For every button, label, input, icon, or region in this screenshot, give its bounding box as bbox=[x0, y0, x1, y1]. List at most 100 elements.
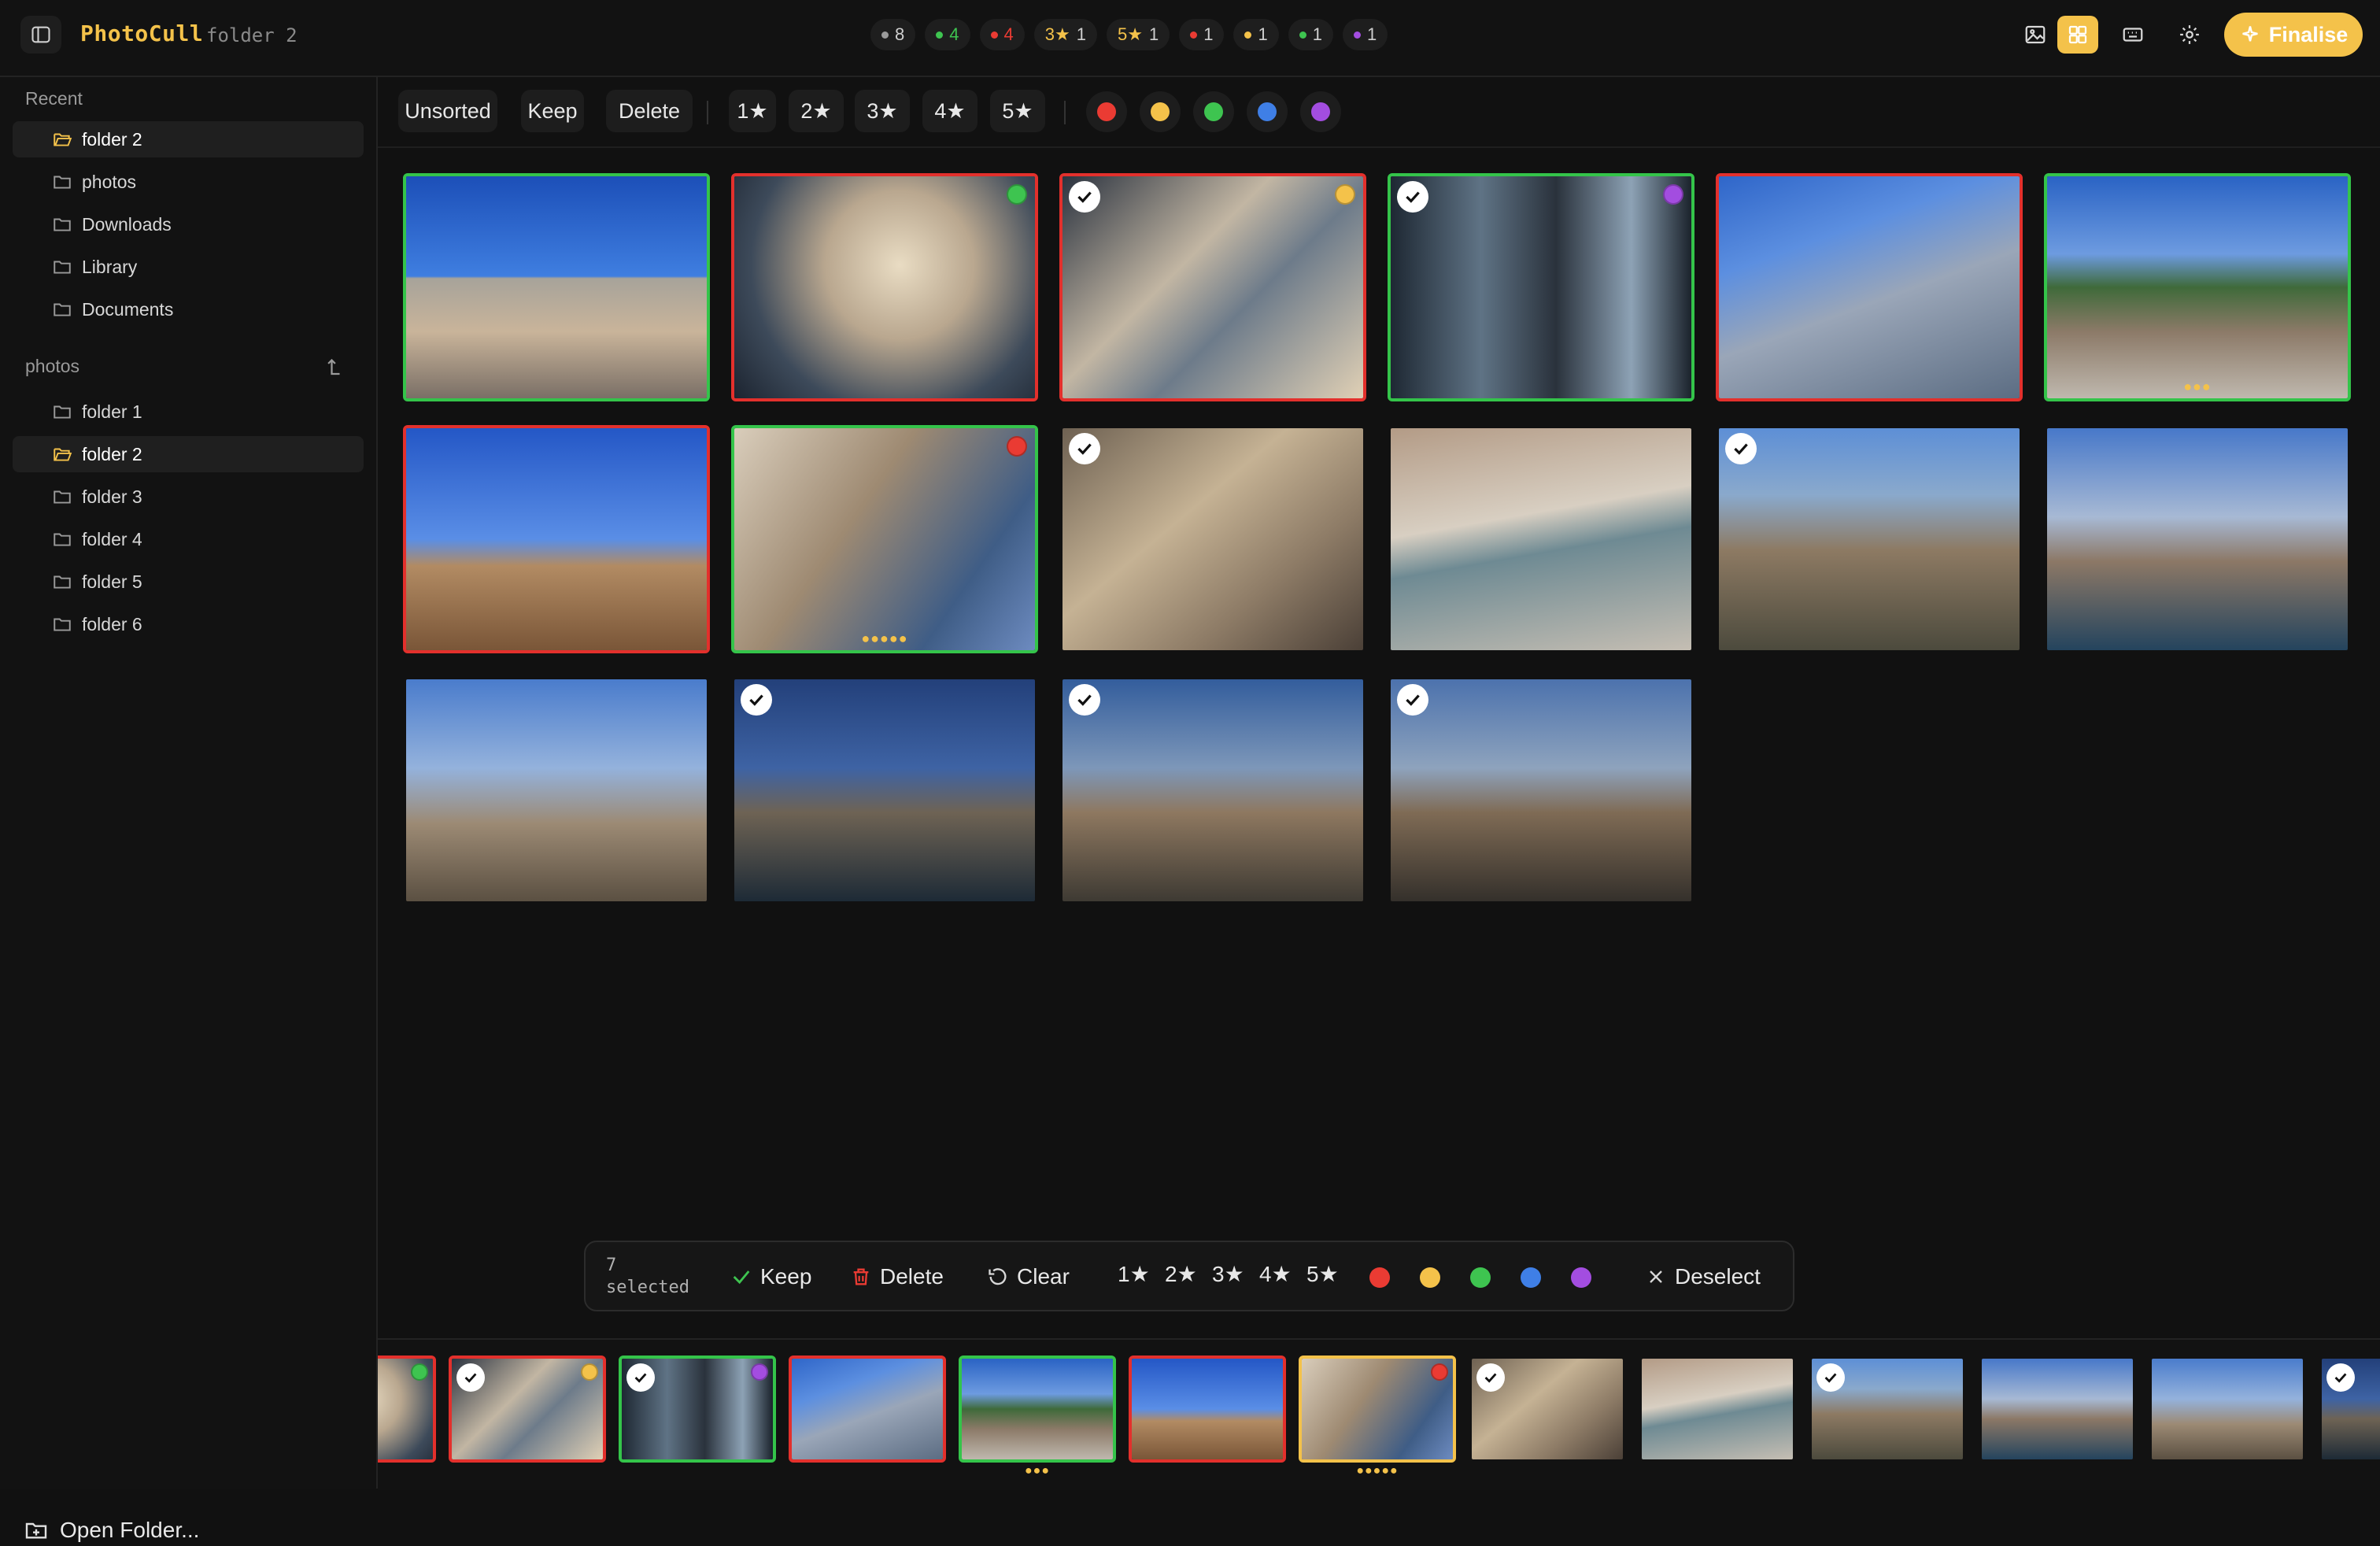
photo-thumbnail[interactable] bbox=[1716, 425, 2023, 653]
rate-5-star-button[interactable]: 5★ bbox=[1306, 1261, 1339, 1287]
filmstrip-thumbnail[interactable] bbox=[1469, 1356, 1626, 1463]
photo-thumbnail[interactable] bbox=[2044, 425, 2351, 653]
grid-view-icon[interactable] bbox=[2057, 16, 2098, 54]
photo-thumbnail[interactable]: ●●● bbox=[2044, 173, 2351, 401]
status-chip[interactable]: 8 bbox=[870, 19, 916, 50]
recent-folder-item[interactable]: folder 2 bbox=[13, 121, 364, 157]
status-chip[interactable]: 4 bbox=[979, 19, 1025, 50]
rate-4-star-button[interactable]: 4★ bbox=[1259, 1261, 1292, 1287]
status-chip[interactable]: 1 bbox=[1233, 19, 1279, 50]
recent-folder-label: Library bbox=[82, 256, 138, 277]
image-view-icon[interactable] bbox=[2015, 16, 2056, 54]
finalise-button[interactable]: Finalise bbox=[2224, 13, 2363, 57]
keep-selected-button[interactable]: Keep bbox=[730, 1259, 811, 1294]
sidebar-toggle-icon[interactable] bbox=[20, 16, 61, 54]
selected-check-icon[interactable] bbox=[1397, 181, 1428, 213]
filter-2-star-button[interactable]: 2★ bbox=[789, 90, 844, 132]
photo-thumbnail[interactable] bbox=[1059, 676, 1366, 904]
filter-color-button[interactable] bbox=[1247, 91, 1288, 132]
rate-3-star-button[interactable]: 3★ bbox=[1212, 1261, 1244, 1287]
rate-2-star-button[interactable]: 2★ bbox=[1165, 1261, 1197, 1287]
filmstrip-thumbnail[interactable] bbox=[1299, 1356, 1456, 1463]
photo-thumbnail[interactable]: ●●●●● bbox=[731, 425, 1038, 653]
filter-3-star-button[interactable]: 3★ bbox=[855, 90, 910, 132]
deselect-button[interactable]: Deselect bbox=[1645, 1259, 1761, 1294]
photo-thumbnail[interactable] bbox=[1059, 173, 1366, 401]
photo-thumbnail[interactable] bbox=[731, 173, 1038, 401]
settings-gear-icon[interactable] bbox=[2169, 16, 2210, 54]
recent-folder-item[interactable]: Library bbox=[13, 249, 364, 285]
photo-thumbnail[interactable] bbox=[1388, 425, 1694, 653]
selected-check-icon[interactable] bbox=[1476, 1363, 1505, 1392]
photo-thumbnail[interactable] bbox=[403, 676, 710, 904]
tree-folder-item[interactable]: folder 3 bbox=[13, 479, 364, 515]
tree-folder-item[interactable]: folder 4 bbox=[13, 521, 364, 557]
selected-check-icon[interactable] bbox=[626, 1363, 655, 1392]
filmstrip-thumbnail[interactable] bbox=[1129, 1356, 1286, 1463]
filter-color-button[interactable] bbox=[1140, 91, 1181, 132]
delete-selected-button[interactable]: Delete bbox=[850, 1259, 944, 1294]
filter-5-star-button[interactable]: 5★ bbox=[990, 90, 1045, 132]
recent-folder-item[interactable]: Downloads bbox=[13, 206, 364, 242]
filter-keep-button[interactable]: Keep bbox=[521, 90, 584, 132]
selected-check-icon[interactable] bbox=[1816, 1363, 1845, 1392]
photo-thumbnail[interactable] bbox=[1388, 173, 1694, 401]
selected-check-icon[interactable] bbox=[456, 1363, 485, 1392]
tree-folder-item[interactable]: folder 5 bbox=[13, 564, 364, 600]
tree-folder-item[interactable]: folder 2 bbox=[13, 436, 364, 472]
set-color-tag-button[interactable] bbox=[1470, 1267, 1491, 1288]
set-color-tag-button[interactable] bbox=[1571, 1267, 1591, 1288]
filter-1-star-button[interactable]: 1★ bbox=[729, 90, 776, 132]
filmstrip-thumbnail[interactable] bbox=[2319, 1356, 2380, 1463]
photo-thumbnail[interactable] bbox=[1059, 425, 1366, 653]
status-chip[interactable]: 3★ 1 bbox=[1033, 19, 1097, 50]
filmstrip-thumbnail[interactable] bbox=[789, 1356, 946, 1463]
photo-thumbnail[interactable] bbox=[403, 425, 710, 653]
keyboard-shortcuts-icon[interactable] bbox=[2112, 16, 2153, 54]
photo-thumbnail[interactable] bbox=[1716, 173, 2023, 401]
recent-folder-item[interactable]: Documents bbox=[13, 291, 364, 327]
photo-thumbnail[interactable] bbox=[731, 676, 1038, 904]
recent-folder-item[interactable]: photos bbox=[13, 164, 364, 200]
filmstrip-thumbnail[interactable] bbox=[959, 1356, 1116, 1463]
filter-delete-button[interactable]: Delete bbox=[606, 90, 693, 132]
status-chip[interactable]: 5★ 1 bbox=[1106, 19, 1170, 50]
selected-check-icon[interactable] bbox=[1069, 684, 1100, 716]
filter-color-button[interactable] bbox=[1086, 91, 1127, 132]
rate-1-star-button[interactable]: 1★ bbox=[1118, 1261, 1150, 1287]
filmstrip-thumbnail[interactable] bbox=[619, 1356, 776, 1463]
selected-check-icon[interactable] bbox=[1725, 433, 1757, 464]
filter-4-star-button[interactable]: 4★ bbox=[922, 90, 978, 132]
status-chip[interactable]: 1 bbox=[1179, 19, 1225, 50]
photo-thumbnail[interactable] bbox=[1388, 676, 1694, 904]
photo-thumbnail[interactable] bbox=[403, 173, 710, 401]
set-color-tag-button[interactable] bbox=[1369, 1267, 1390, 1288]
status-chip[interactable]: 1 bbox=[1342, 19, 1388, 50]
filter-color-button[interactable] bbox=[1193, 91, 1234, 132]
status-chip[interactable]: 4 bbox=[925, 19, 970, 50]
tree-folder-item[interactable]: folder 6 bbox=[13, 606, 364, 642]
selected-check-icon[interactable] bbox=[1397, 684, 1428, 716]
filter-unsorted-button[interactable]: Unsorted bbox=[398, 90, 497, 132]
tree-folder-item[interactable]: folder 1 bbox=[13, 394, 364, 430]
open-folder-button[interactable]: Open Folder... bbox=[24, 1515, 199, 1546]
status-chip[interactable]: 1 bbox=[1288, 19, 1333, 50]
clear-selected-button[interactable]: Clear bbox=[987, 1259, 1070, 1294]
top-bar: PhotoCull folder 2 8 4 4 3★ 1 5★ 1 1 1 1 1 Finalis… bbox=[0, 0, 2380, 77]
set-color-tag-button[interactable] bbox=[1521, 1267, 1541, 1288]
filmstrip-thumbnail[interactable] bbox=[1639, 1356, 1796, 1463]
filter-color-button[interactable] bbox=[1300, 91, 1341, 132]
selected-check-icon[interactable] bbox=[1069, 433, 1100, 464]
filmstrip-thumbnail[interactable] bbox=[2149, 1356, 2306, 1463]
filmstrip-thumbnail[interactable] bbox=[378, 1356, 436, 1463]
selected-check-icon[interactable] bbox=[741, 684, 772, 716]
recent-folder-label: Documents bbox=[82, 298, 174, 320]
filmstrip-thumbnail[interactable] bbox=[1809, 1356, 1966, 1463]
parent-folder-up-icon[interactable] bbox=[326, 354, 349, 378]
filmstrip-thumbnail[interactable] bbox=[449, 1356, 606, 1463]
folder-icon bbox=[52, 299, 72, 320]
filmstrip-thumbnail[interactable] bbox=[1979, 1356, 2136, 1463]
selected-check-icon[interactable] bbox=[2326, 1363, 2355, 1392]
set-color-tag-button[interactable] bbox=[1420, 1267, 1440, 1288]
selected-check-icon[interactable] bbox=[1069, 181, 1100, 213]
